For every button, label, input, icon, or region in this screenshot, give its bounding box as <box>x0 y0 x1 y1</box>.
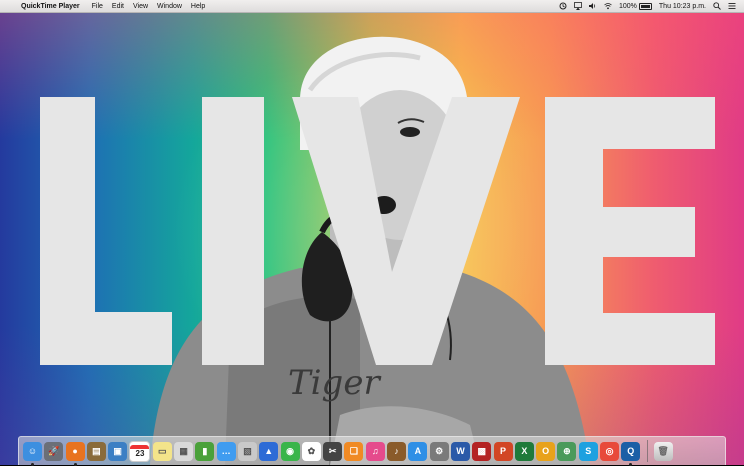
numbers-icon[interactable]: ▮ <box>195 441 215 461</box>
outlook-icon[interactable]: O <box>536 441 556 461</box>
time-machine-icon[interactable] <box>559 2 567 10</box>
airplay-icon[interactable] <box>574 2 582 10</box>
network-utility-icon[interactable]: ⊕ <box>557 441 577 461</box>
spotlight-search-icon[interactable] <box>713 2 721 10</box>
messages-icon[interactable]: … <box>216 441 236 461</box>
skype-icon[interactable]: S <box>578 441 598 461</box>
menu-edit[interactable]: Edit <box>112 3 124 10</box>
app-menu[interactable]: QuickTime Player <box>21 3 80 10</box>
firefox-icon[interactable]: ● <box>65 441 85 466</box>
menu-file[interactable]: File <box>92 3 103 10</box>
notification-center-icon[interactable] <box>728 2 736 10</box>
excel-icon[interactable]: X <box>514 441 534 461</box>
photo-booth-icon[interactable]: ▩ <box>472 441 492 461</box>
battery-percent: 100% <box>619 2 637 10</box>
system-preferences-icon[interactable]: ⚙ <box>429 441 449 461</box>
chrome-icon[interactable]: ◎ <box>600 441 620 461</box>
calendar-icon[interactable]: 23 <box>129 440 151 462</box>
itunes-icon[interactable]: ♫ <box>365 441 385 461</box>
stickies-icon[interactable]: ▭ <box>152 441 172 461</box>
dock-separator <box>646 440 648 462</box>
word-icon[interactable]: W <box>450 441 470 461</box>
calendar-day: 23 <box>135 448 145 458</box>
menu-window[interactable]: Window <box>157 3 182 10</box>
menu-clock[interactable]: Thu 10:23 p.m. <box>659 3 706 10</box>
volume-icon[interactable] <box>589 2 597 10</box>
launchpad-icon[interactable]: 🚀 <box>44 441 64 461</box>
photos-viewer-icon[interactable]: ▦ <box>174 441 194 461</box>
finder-icon[interactable]: ☺ <box>23 441 42 466</box>
photos-icon[interactable]: ✿ <box>301 441 321 461</box>
letter-e <box>545 97 715 365</box>
app-store-icon[interactable]: A <box>408 441 428 461</box>
ibooks-icon[interactable]: ❑ <box>344 441 364 461</box>
desktop-wallpaper: Tiger <box>0 0 744 465</box>
menu-view[interactable]: View <box>133 3 148 10</box>
final-cut-icon[interactable]: ✂ <box>323 441 343 461</box>
notes-book-icon[interactable]: ▤ <box>86 441 106 461</box>
dock: ☺ 🚀 ● ▤ ▣ 23 ▭ ▦ ▮… ▧ ▲ ◉ ✿ ✂ ❑ ♫ ♪ A ⚙ W ▩ P X O ⊕ S ◎ Q 🗑 <box>18 436 726 466</box>
powerpoint-icon[interactable]: P <box>493 441 513 461</box>
live-word <box>40 97 715 365</box>
garageband-icon[interactable]: ♪ <box>387 441 407 461</box>
quicktime-icon[interactable]: Q <box>621 441 641 466</box>
letter-v <box>292 97 520 365</box>
facetime-icon[interactable]: ◉ <box>280 441 300 461</box>
preview-icon[interactable]: ▣ <box>108 441 128 461</box>
trash-icon[interactable]: 🗑 <box>653 441 673 461</box>
wifi-icon[interactable] <box>604 2 612 10</box>
keynote-icon[interactable]: ▲ <box>259 441 279 461</box>
battery-status[interactable]: 100% <box>619 2 652 10</box>
menu-bar: QuickTime Player File Edit View Window H… <box>0 0 744 13</box>
letter-l <box>40 97 172 365</box>
battery-icon <box>638 2 652 10</box>
image-capture-icon[interactable]: ▧ <box>237 441 257 461</box>
letter-i <box>202 97 264 365</box>
menu-help[interactable]: Help <box>191 3 205 10</box>
status-area: 100% Thu 10:23 p.m. <box>559 2 736 10</box>
